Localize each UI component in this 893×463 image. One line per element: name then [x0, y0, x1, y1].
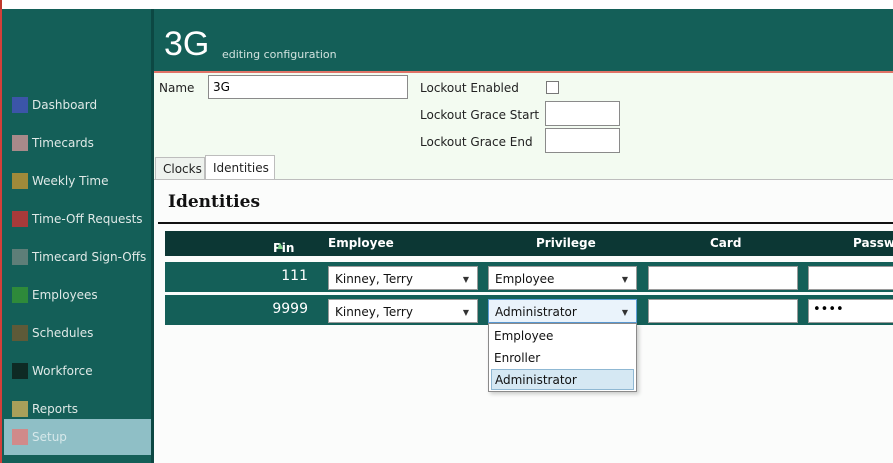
lockout-grace-end-field[interactable] — [545, 128, 620, 153]
lockout-grace-start-label: Lockout Grace Start — [420, 108, 540, 122]
sort-ascending-icon: ▲ — [277, 241, 284, 250]
name-label: Name — [159, 81, 195, 95]
employee-value: Kinney, Terry — [335, 272, 413, 286]
workforce-icon — [12, 363, 28, 379]
setup-icon — [12, 429, 28, 445]
sidebar-item-employees[interactable]: Employees — [4, 277, 151, 313]
sidebar-item-label: Workforce — [32, 364, 93, 378]
sidebar-item-label: Dashboard — [32, 98, 98, 112]
page-subtitle: editing configuration — [222, 48, 337, 61]
dropdown-option-administrator[interactable]: Administrator — [491, 369, 634, 390]
table-row: 9999 Kinney, Terry ▼ Administrator ▼ •••… — [165, 295, 893, 325]
sidebar-item-time-off-requests[interactable]: Time-Off Requests — [4, 201, 151, 237]
pin-cell: 9999 — [165, 295, 311, 325]
privilege-dropdown-menu: Employee Enroller Administrator — [488, 323, 637, 392]
tab-label: Identities — [213, 160, 269, 175]
sidebar-item-label: Employees — [32, 288, 98, 302]
sidebar-item-label: Timecard Sign-Offs — [32, 250, 147, 264]
chevron-down-icon: ▼ — [621, 275, 628, 284]
password-field[interactable]: •••• — [808, 299, 893, 323]
pin-value: 9999 — [272, 301, 308, 317]
chevron-down-icon: ▼ — [462, 308, 469, 317]
chevron-down-icon: ▼ — [621, 308, 628, 317]
column-header-employee[interactable]: Employee — [328, 236, 394, 250]
privilege-value: Administrator — [495, 305, 577, 319]
weekly-time-icon — [12, 173, 28, 189]
privilege-dropdown[interactable]: Employee ▼ — [488, 266, 637, 290]
sidebar-item-schedules[interactable]: Schedules — [4, 315, 151, 351]
column-header-card[interactable]: Card — [710, 236, 741, 250]
top-strip — [0, 0, 893, 9]
section-title: Identities — [168, 192, 261, 212]
employee-dropdown[interactable]: Kinney, Terry ▼ — [328, 299, 478, 323]
lockout-grace-start-field[interactable] — [545, 101, 620, 126]
table-row: 111 Kinney, Terry ▼ Employee ▼ — [165, 262, 893, 292]
card-field[interactable] — [648, 266, 798, 290]
timecards-icon — [12, 135, 28, 151]
name-field[interactable]: 3G — [208, 75, 408, 99]
employee-value: Kinney, Terry — [335, 305, 413, 319]
sidebar-item-timecard-sign-offs[interactable]: Timecard Sign-Offs — [4, 239, 151, 275]
pin-value: 111 — [281, 268, 308, 284]
sidebar-item-setup[interactable]: Setup — [4, 419, 151, 455]
reports-icon — [12, 401, 28, 417]
lockout-enabled-checkbox[interactable] — [546, 81, 559, 94]
employees-icon — [12, 287, 28, 303]
dropdown-option-employee[interactable]: Employee — [491, 326, 634, 347]
card-field[interactable] — [648, 299, 798, 323]
sidebar-item-label: Setup — [32, 430, 67, 444]
sidebar-item-workforce[interactable]: Workforce — [4, 353, 151, 389]
tab-identities[interactable]: Identities — [205, 155, 275, 179]
sidebar-item-timecards[interactable]: Timecards — [4, 125, 151, 161]
password-field[interactable] — [808, 266, 893, 290]
sidebar-item-label: Timecards — [32, 136, 94, 150]
page-header: 3G editing configuration — [154, 9, 893, 71]
tab-label: Clocks — [163, 161, 202, 176]
time-off-requests-icon — [12, 211, 28, 227]
lockout-grace-end-label: Lockout Grace End — [420, 135, 533, 149]
pin-cell: 111 — [165, 262, 311, 292]
column-header-privilege[interactable]: Privilege — [536, 236, 596, 250]
sidebar-item-weekly-time[interactable]: Weekly Time — [4, 163, 151, 199]
sidebar-item-label: Time-Off Requests — [32, 212, 143, 226]
dashboard-icon — [12, 97, 28, 113]
sidebar-item-label: Reports — [32, 402, 79, 416]
privilege-value: Employee — [495, 272, 555, 286]
window-edge — [0, 0, 2, 9]
sidebar: Dashboard Timecards Weekly Time Time-Off… — [0, 9, 151, 463]
dropdown-option-enroller[interactable]: Enroller — [491, 348, 634, 369]
sidebar-item-dashboard[interactable]: Dashboard — [4, 87, 151, 123]
section-rule — [158, 222, 893, 224]
table-header: Pin ▲ Employee Privilege Card Passw — [165, 231, 893, 256]
chevron-down-icon: ▼ — [462, 275, 469, 284]
employee-dropdown[interactable]: Kinney, Terry ▼ — [328, 266, 478, 290]
privilege-dropdown[interactable]: Administrator ▼ — [488, 299, 637, 323]
column-header-password[interactable]: Passw — [853, 236, 893, 250]
timecard-sign-offs-icon — [12, 249, 28, 265]
lockout-enabled-label: Lockout Enabled — [420, 81, 519, 95]
tab-clocks[interactable]: Clocks — [155, 157, 205, 179]
sidebar-item-label: Weekly Time — [32, 174, 109, 188]
page-title: 3G — [164, 25, 210, 63]
schedules-icon — [12, 325, 28, 341]
sidebar-item-label: Schedules — [32, 326, 94, 340]
